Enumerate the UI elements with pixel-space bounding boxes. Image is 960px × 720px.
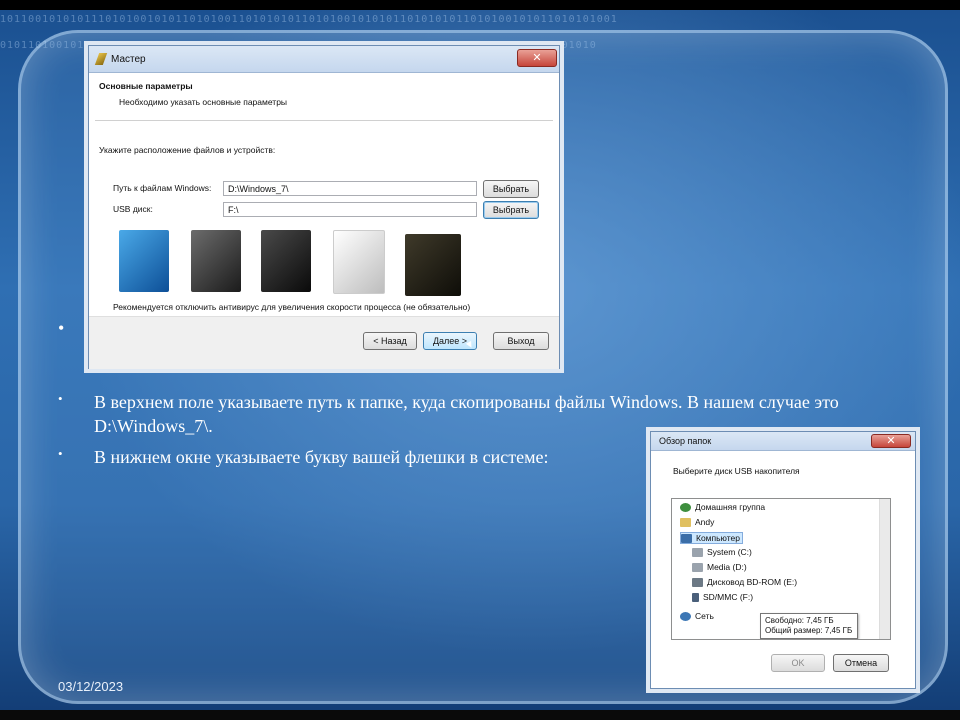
network-icon <box>680 612 691 622</box>
homegroup-icon <box>680 503 691 513</box>
wizard-footer <box>89 316 559 369</box>
tree-item-drive-d[interactable]: Media (D:) <box>692 562 747 573</box>
windows-path-label: Путь к файлам Windows: <box>113 183 212 193</box>
wizard-titlebar: Мастер <box>89 46 559 73</box>
top-bar <box>0 0 960 10</box>
windows-path-input[interactable]: D:\Windows_7\ <box>223 181 477 196</box>
folder-tree[interactable]: Домашняя группа Andy Компьютер System (C… <box>671 498 891 640</box>
disc-drive-icon <box>692 578 703 588</box>
drive-tooltip: Свободно: 7,45 ГБ Общий размер: 7,45 ГБ <box>760 613 858 639</box>
tree-item-drive-c[interactable]: System (C:) <box>692 547 752 558</box>
wand-icon <box>94 53 108 65</box>
ok-button[interactable]: OK <box>771 654 825 672</box>
tooltip-total: Общий размер: 7,45 ГБ <box>765 626 853 635</box>
tree-item-network[interactable]: Сеть <box>680 611 714 622</box>
wizard-title: Мастер <box>111 53 146 65</box>
wizard-header: Основные параметры Необходимо указать ос… <box>95 74 553 121</box>
tree-scrollbar[interactable] <box>879 499 890 639</box>
drive-icon <box>692 563 703 573</box>
wizard-subheading: Необходимо указать основные параметры <box>119 97 288 107</box>
tree-item-homegroup[interactable]: Домашняя группа <box>680 502 765 513</box>
usb-input[interactable]: F:\ <box>223 202 477 217</box>
empty-bullet: • <box>58 318 65 338</box>
windows-xp-box-image <box>119 230 169 292</box>
windows-vista-box-image <box>191 230 241 292</box>
usb-label: USB диск: <box>113 204 153 214</box>
wizard-prompt: Укажите расположение файлов и устройств: <box>99 145 276 155</box>
slide-date: 03/12/2023 <box>58 679 124 694</box>
bottom-bar <box>0 710 960 720</box>
browse-folder-dialog: Обзор папок ✕ Выберите диск USB накопите… <box>650 431 916 689</box>
wizard-heading: Основные параметры <box>99 81 193 91</box>
sd-card-icon <box>692 593 699 603</box>
drive-icon <box>692 548 703 558</box>
tree-item-drive-e[interactable]: Дисковод BD-ROM (E:) <box>692 577 797 588</box>
browse-usb-button[interactable]: Выбрать <box>483 201 539 219</box>
browse-windows-button[interactable]: Выбрать <box>483 180 539 198</box>
wizard-close-button[interactable]: ✕ <box>517 49 557 67</box>
tree-item-user[interactable]: Andy <box>680 517 714 528</box>
bullet-text-2: В нижнем окне указываете букву вашей фле… <box>94 447 549 467</box>
tooltip-free: Свободно: 7,45 ГБ <box>765 616 834 625</box>
tree-item-computer[interactable]: Компьютер <box>680 532 743 545</box>
windows-7-ultimate-box-image <box>405 234 461 296</box>
browse-close-button[interactable]: ✕ <box>871 434 911 448</box>
cancel-button[interactable]: Отмена <box>833 654 889 672</box>
antivirus-note: Рекомендуется отключить антивирус для ув… <box>113 302 471 312</box>
decorative-binary: 1011001010101110101001010110101001101010… <box>0 14 618 25</box>
computer-icon <box>681 534 692 544</box>
bullet-1: • <box>58 391 63 406</box>
windows-vista-ultimate-box-image <box>261 230 311 292</box>
exit-button[interactable]: Выход <box>493 332 549 350</box>
wizard-window: Мастер ✕ Основные параметры Необходимо у… <box>88 45 560 369</box>
bullet-2: • <box>58 446 63 461</box>
user-folder-icon <box>680 518 691 528</box>
tree-item-drive-f[interactable]: SD/MMC (F:) <box>692 592 753 603</box>
windows-7-white-box-image <box>333 230 385 294</box>
back-button[interactable]: < Назад <box>363 332 417 350</box>
browse-prompt: Выберите диск USB накопителя <box>673 466 800 476</box>
